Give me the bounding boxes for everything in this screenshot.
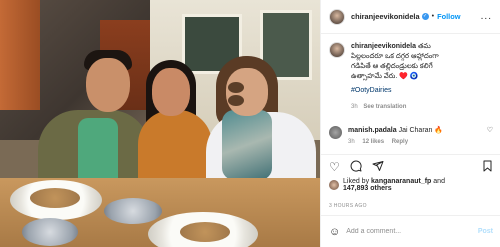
bookmark-icon[interactable] — [482, 160, 493, 174]
caption-line: పిల్లలందరూ ఒక దగ్గర ఆహ్లాదంగా — [351, 53, 439, 60]
comment-input[interactable] — [346, 228, 457, 235]
post-photo[interactable] — [0, 0, 320, 247]
caption-time[interactable]: 3h — [351, 104, 358, 110]
comment-meta: 3h 12 likes Reply — [348, 139, 443, 145]
caption-text: chiranjeevikonidela తమ పిల్లలందరూ ఒక దగ్… — [351, 42, 439, 112]
post-timestamp[interactable]: 3 HOURS AGO — [329, 203, 367, 209]
comments-section: chiranjeevikonidela తమ పిల్లలందరూ ఒక దగ్… — [321, 34, 500, 154]
caption-line: తమ — [417, 43, 431, 50]
food — [30, 188, 80, 208]
follow-button[interactable]: Follow — [437, 12, 460, 21]
separator-dot: • — [431, 13, 435, 20]
comment-time[interactable]: 3h — [348, 139, 355, 145]
caption: chiranjeevikonidela తమ పిల్లలందరూ ఒక దగ్… — [329, 42, 493, 112]
metal-plate — [104, 198, 162, 224]
emoji-icon[interactable]: ☺ — [329, 226, 340, 238]
comment-text: manish.padala Jai Charan 🔥 — [348, 126, 443, 134]
header-username[interactable]: chiranjeevikonidela — [351, 12, 420, 21]
post-side-panel: chiranjeevikonidela ✓ • Follow ... chira… — [320, 0, 500, 247]
liked-by: Liked by kanganaranaut_fp and 147,893 ot… — [329, 178, 494, 192]
avatar[interactable] — [329, 180, 339, 190]
food — [180, 222, 230, 242]
bowl — [22, 218, 78, 246]
comment: manish.padala Jai Charan 🔥 3h 12 likes R… — [329, 126, 493, 145]
liked-by-connector: and — [433, 178, 445, 185]
fire-emoji: 🔥 — [434, 127, 444, 134]
share-icon[interactable] — [372, 160, 384, 174]
hashtag-link[interactable]: #OotyDairies — [351, 86, 439, 96]
liked-by-count[interactable]: 147,893 others — [343, 185, 392, 192]
caption-line: ఉత్సాహమే వేరు. — [351, 73, 398, 80]
avatar[interactable] — [329, 42, 345, 58]
caption-emojis: ♥️ 🧿 — [399, 73, 419, 80]
face — [152, 68, 190, 116]
more-options-icon[interactable]: ... — [481, 11, 492, 22]
comment-like-heart-icon[interactable]: ♡ — [487, 126, 493, 134]
liked-by-user[interactable]: kanganaranaut_fp — [371, 178, 431, 185]
face — [86, 58, 130, 112]
comment-likes[interactable]: 12 likes — [362, 139, 384, 145]
comment-message: Jai Charan — [398, 127, 433, 134]
instagram-post: chiranjeevikonidela ✓ • Follow ... chira… — [0, 0, 500, 247]
sunglasses — [228, 82, 266, 106]
see-translation-button[interactable]: See translation — [363, 104, 406, 110]
verified-badge-icon: ✓ — [421, 13, 429, 20]
comment-username[interactable]: manish.padala — [348, 127, 397, 134]
avatar[interactable] — [329, 8, 345, 25]
caption-meta: 3h See translation — [351, 102, 439, 112]
caption-line: గడిపితే ఆ తల్లిదండ్రులకు కలిగే — [351, 63, 433, 70]
heart-icon[interactable]: ♡ — [329, 161, 340, 173]
scarf — [222, 110, 272, 180]
liked-by-prefix: Liked by — [343, 178, 370, 185]
comment-body: manish.padala Jai Charan 🔥 3h 12 likes R… — [342, 126, 443, 145]
action-bar: ♡ — [321, 154, 500, 178]
post-header: chiranjeevikonidela ✓ • Follow ... — [321, 0, 500, 34]
railing — [0, 0, 40, 110]
caption-username[interactable]: chiranjeevikonidela — [351, 43, 416, 50]
add-comment-bar: ☺ Post — [321, 215, 500, 247]
reply-button[interactable]: Reply — [392, 139, 408, 145]
avatar[interactable] — [329, 126, 342, 139]
post-comment-button[interactable]: Post — [478, 228, 493, 235]
comment-icon[interactable] — [350, 160, 362, 174]
